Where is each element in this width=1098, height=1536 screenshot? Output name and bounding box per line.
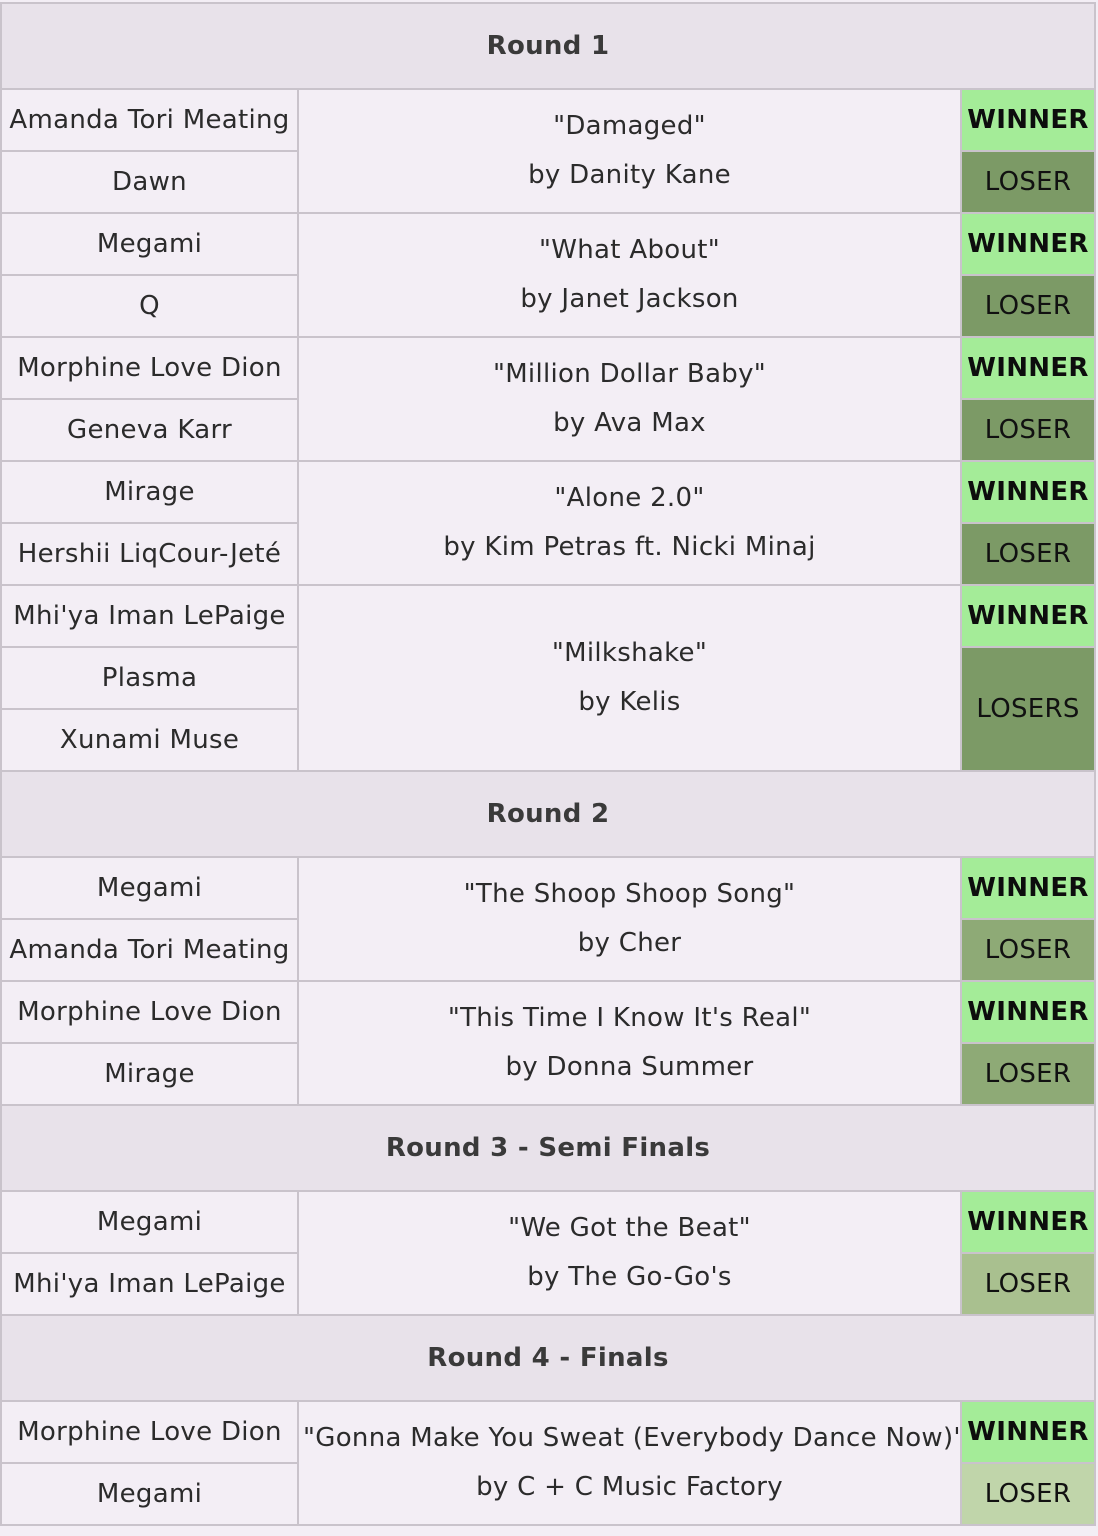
song-title: "Damaged" — [553, 111, 706, 141]
table-row: Amanda Tori Meating "Damaged" by Danity … — [0, 88, 1097, 214]
song-artist: by Cher — [577, 928, 682, 958]
song-artist: by Ava Max — [553, 408, 706, 438]
contestant-name: Q — [0, 274, 299, 338]
contestant-name: Morphine Love Dion — [0, 980, 299, 1044]
table-row: Morphine Love Dion "Gonna Make You Sweat… — [0, 1400, 1097, 1526]
contestant-name: Dawn — [0, 150, 299, 214]
contestant-name: Amanda Tori Meating — [0, 88, 299, 152]
round-header-row: Round 1 — [0, 2, 1097, 90]
song-cell: "Damaged" by Danity Kane — [297, 88, 962, 214]
loser-badge: LOSER — [959, 1042, 1097, 1106]
winner-badge: WINNER — [959, 856, 1097, 920]
song-artist: by Danity Kane — [528, 160, 731, 190]
round-title: Round 2 — [0, 770, 1097, 858]
contestant-name: Xunami Muse — [0, 708, 299, 772]
song-title: "We Got the Beat" — [508, 1213, 751, 1243]
song-cell: "The Shoop Shoop Song" by Cher — [297, 856, 962, 982]
song-cell: "Million Dollar Baby" by Ava Max — [297, 336, 962, 462]
contestant-name: Plasma — [0, 646, 299, 710]
winner-badge: WINNER — [959, 980, 1097, 1044]
song-cell: "Alone 2.0" by Kim Petras ft. Nicki Mina… — [297, 460, 962, 586]
winner-badge: WINNER — [959, 1400, 1097, 1464]
round-title: Round 3 - Semi Finals — [0, 1104, 1097, 1192]
contestant-name: Amanda Tori Meating — [0, 918, 299, 982]
song-title: "The Shoop Shoop Song" — [463, 879, 796, 909]
winner-badge: WINNER — [959, 88, 1097, 152]
contestant-name: Megami — [0, 1462, 299, 1526]
round-header-row: Round 2 — [0, 770, 1097, 858]
song-cell: "Milkshake" by Kelis — [297, 584, 962, 772]
contestant-name: Megami — [0, 212, 299, 276]
song-artist: by Janet Jackson — [520, 284, 739, 314]
round-header-row: Round 3 - Semi Finals — [0, 1104, 1097, 1192]
loser-badge: LOSER — [959, 398, 1097, 462]
contestant-name: Hershii LiqCour-Jeté — [0, 522, 299, 586]
table-row: Megami "The Shoop Shoop Song" by Cher WI… — [0, 856, 1097, 982]
song-cell: "This Time I Know It's Real" by Donna Su… — [297, 980, 962, 1106]
contestant-name: Mirage — [0, 460, 299, 524]
winner-badge: WINNER — [959, 212, 1097, 276]
loser-badge: LOSER — [959, 274, 1097, 338]
song-title: "Milkshake" — [551, 638, 708, 668]
contestant-name: Morphine Love Dion — [0, 1400, 299, 1464]
song-artist: by Kelis — [578, 687, 681, 717]
contestant-name: Megami — [0, 856, 299, 920]
song-title: "What About" — [539, 235, 720, 265]
round-title: Round 4 - Finals — [0, 1314, 1097, 1402]
round-title: Round 1 — [0, 2, 1097, 90]
winner-badge: WINNER — [959, 584, 1097, 648]
winner-badge: WINNER — [959, 460, 1097, 524]
winner-badge: WINNER — [959, 336, 1097, 400]
contestant-name: Mhi'ya Iman LePaige — [0, 1252, 299, 1316]
song-cell: "Gonna Make You Sweat (Everybody Dance N… — [297, 1400, 962, 1526]
winner-badge: WINNER — [959, 1190, 1097, 1254]
song-artist: by C + C Music Factory — [476, 1472, 783, 1502]
song-cell: "What About" by Janet Jackson — [297, 212, 962, 338]
loser-badge: LOSER — [959, 150, 1097, 214]
contestant-name: Geneva Karr — [0, 398, 299, 462]
contestant-name: Morphine Love Dion — [0, 336, 299, 400]
table-row: Megami "What About" by Janet Jackson WIN… — [0, 212, 1097, 338]
table-row: Mirage "Alone 2.0" by Kim Petras ft. Nic… — [0, 460, 1097, 586]
table-row: Megami "We Got the Beat" by The Go-Go's … — [0, 1190, 1097, 1316]
lip-sync-bracket-table: Round 1 Amanda Tori Meating "Damaged" by… — [0, 2, 1097, 1526]
song-artist: by Kim Petras ft. Nicki Minaj — [443, 532, 816, 562]
song-cell: "We Got the Beat" by The Go-Go's — [297, 1190, 962, 1316]
song-title: "Million Dollar Baby" — [492, 359, 767, 389]
song-artist: by Donna Summer — [505, 1052, 754, 1082]
song-title: "This Time I Know It's Real" — [447, 1003, 812, 1033]
song-title: "Gonna Make You Sweat (Everybody Dance N… — [303, 1423, 961, 1453]
losers-badge: LOSERS — [959, 646, 1097, 772]
song-artist: by The Go-Go's — [527, 1262, 732, 1292]
loser-badge: LOSER — [959, 1252, 1097, 1316]
contestant-name: Mhi'ya Iman LePaige — [0, 584, 299, 648]
table-row: Morphine Love Dion "Million Dollar Baby"… — [0, 336, 1097, 462]
table-row: Morphine Love Dion "This Time I Know It'… — [0, 980, 1097, 1106]
round-header-row: Round 4 - Finals — [0, 1314, 1097, 1402]
contestant-name: Mirage — [0, 1042, 299, 1106]
song-title: "Alone 2.0" — [554, 483, 705, 513]
loser-badge: LOSER — [959, 1462, 1097, 1526]
contestant-name: Megami — [0, 1190, 299, 1254]
loser-badge: LOSER — [959, 522, 1097, 586]
table-row: Mhi'ya Iman LePaige "Milkshake" by Kelis… — [0, 584, 1097, 772]
loser-badge: LOSER — [959, 918, 1097, 982]
